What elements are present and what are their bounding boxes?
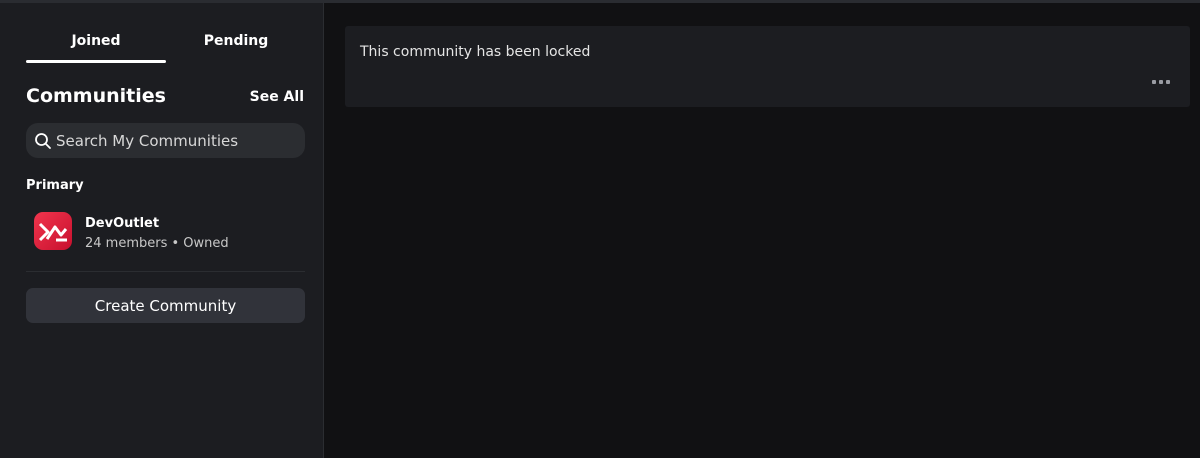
community-name: DevOutlet <box>85 216 160 231</box>
locked-message: This community has been locked <box>360 44 591 60</box>
active-tab-indicator <box>26 60 166 63</box>
tab-joined[interactable]: Joined <box>26 33 166 49</box>
section-title: Communities <box>26 85 166 107</box>
locked-notice-card: This community has been locked <box>345 26 1190 107</box>
search-input[interactable] <box>56 123 296 158</box>
community-meta: 24 members • Owned <box>85 236 229 251</box>
sidebar: Joined Pending Communities See All Prima… <box>0 3 324 458</box>
search-icon <box>34 132 52 150</box>
create-community-button[interactable]: Create Community <box>26 288 305 323</box>
group-label-primary: Primary <box>26 178 84 193</box>
devoutlet-logo-icon <box>34 212 72 250</box>
see-all-link[interactable]: See All <box>250 89 304 105</box>
tab-pending[interactable]: Pending <box>166 33 306 49</box>
tab-bar: Joined Pending <box>26 3 306 63</box>
community-item-devoutlet[interactable]: DevOutlet 24 members • Owned <box>26 205 305 261</box>
more-options-icon[interactable] <box>1150 72 1172 84</box>
divider <box>26 271 305 272</box>
search-box[interactable] <box>26 123 305 158</box>
